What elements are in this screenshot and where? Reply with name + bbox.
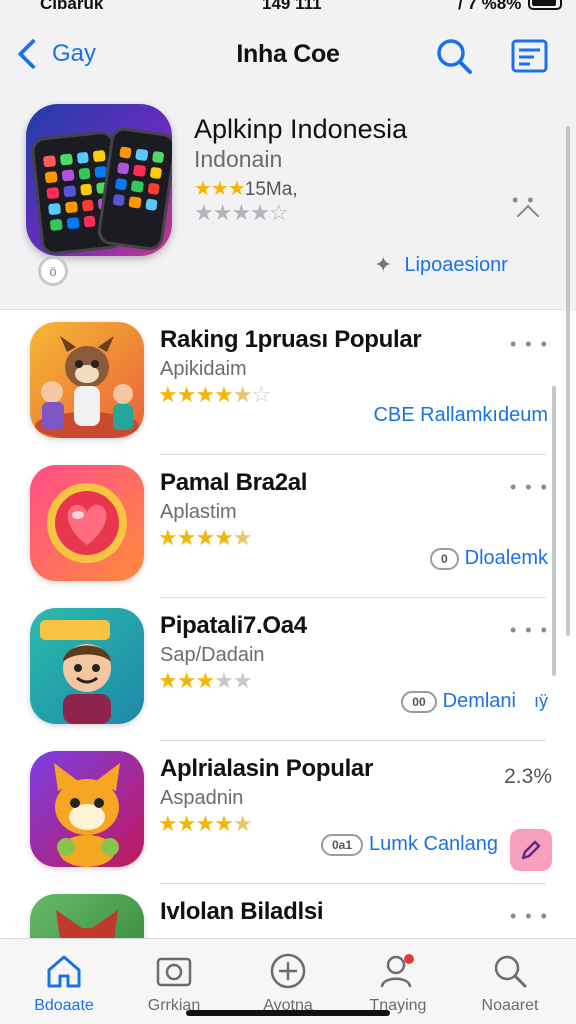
tab-profile[interactable]: Tnaying — [348, 947, 448, 1017]
app-rating: ★★★★★ — [158, 811, 253, 836]
edit-icon — [521, 840, 541, 860]
tab-add[interactable]: Avotna — [238, 947, 338, 1017]
search-icon — [494, 955, 527, 988]
app-action-pill: 00 — [401, 690, 437, 713]
app-subtitle: Aplastim — [160, 501, 237, 523]
app-rating: ★★★★★ — [158, 525, 253, 550]
pin-icon: ✦ — [374, 252, 393, 277]
plus-circle-icon — [270, 953, 306, 989]
page-title: Inha Coe — [236, 40, 340, 68]
navigation-bar: Gay Inha Coe — [0, 14, 576, 98]
list-item[interactable]: Pipatali7.Oa4 Sap/Dadain ★★★★★ • • • 00 … — [0, 598, 576, 741]
app-icon-dog-family — [30, 322, 144, 438]
more-icon[interactable]: • • • — [510, 334, 549, 355]
clock: 149 111 — [262, 0, 322, 13]
app-name: Pamal Bra2al — [160, 469, 308, 496]
app-rating: ★★★★★ — [158, 668, 253, 693]
app-icon-cat — [30, 751, 144, 867]
app-icon-boy — [30, 608, 144, 724]
carrier-label: Cíbaruk — [40, 0, 104, 13]
featured-app-title: Aplkinp Indonesia — [194, 114, 408, 144]
featured-action-button[interactable]: ✦ Lipoaesionr — [374, 252, 508, 278]
app-name: Raking 1pruası Popular — [160, 326, 422, 353]
app-action-button[interactable]: 0a1 Lumk Canlang — [321, 833, 498, 856]
list-item[interactable]: Ivlolan Biladlsi • • • — [0, 884, 576, 944]
tab-photos[interactable]: Grrkian — [124, 947, 224, 1017]
app-name: Aplrialasin Popular — [160, 755, 374, 782]
app-name: Pipatali7.Oa4 — [160, 612, 307, 639]
app-name: Ivlolan Biladlsi — [160, 898, 324, 925]
app-action-button[interactable]: CBE Rallamkıdeum — [373, 404, 548, 427]
app-subtitle: Aspadnin — [160, 787, 244, 809]
app-subtitle: Apikidaim — [160, 358, 247, 380]
featured-rating-text: 15Ma, — [244, 179, 298, 200]
scrollbar[interactable] — [552, 386, 556, 676]
home-icon — [47, 955, 81, 988]
battery-icon — [528, 0, 562, 10]
edit-button[interactable] — [510, 829, 552, 871]
status-bar: Cíbaruk 149 111 / 7 %8% — [0, 0, 576, 14]
app-action-label: CBE Rallamkıdeum — [373, 404, 548, 426]
app-subtitle: Sap/Dadain — [160, 644, 265, 666]
home-indicator[interactable] — [186, 1010, 390, 1016]
list-item[interactable]: Raking 1pruası Popular Apikidaim ★★★★★☆ … — [0, 312, 576, 455]
featured-rating: ★★★15Ma, — [194, 178, 298, 200]
info-badge-icon[interactable]: ö — [38, 256, 68, 286]
person-badge-icon — [380, 954, 414, 988]
app-action-pill: 0 — [429, 547, 459, 570]
more-icon[interactable]: • • • — [510, 477, 549, 498]
app-action-label: Dloalemk — [464, 547, 548, 569]
app-action-button[interactable]: 0 Dloalemk — [429, 547, 548, 570]
more-icon[interactable]: • • • — [510, 620, 549, 641]
featured-app-icon — [26, 104, 172, 256]
tab-search[interactable]: Noaaret — [460, 947, 560, 1017]
app-icon-heart — [30, 465, 144, 581]
app-action-pill: 0a1 — [321, 833, 364, 856]
tab-home[interactable]: Bdoaate — [14, 947, 114, 1017]
scrollbar[interactable] — [566, 126, 570, 636]
featured-action-label: Lipoaesionr — [404, 253, 508, 276]
list-item[interactable]: Pamal Bra2al Aplastim ★★★★★ • • • 0 Dloa… — [0, 455, 576, 598]
signal-label: / 7 %8% — [458, 0, 522, 13]
featured-rating-secondary: ★★★★☆ — [194, 200, 289, 225]
photo-icon — [156, 957, 192, 987]
tab-label: Bdoaate — [34, 997, 94, 1014]
more-icon[interactable]: • • • — [510, 906, 549, 927]
compose-icon[interactable] — [510, 36, 550, 76]
list-item[interactable]: Aplrialasin Popular Aspadnin ★★★★★ 2.3% … — [0, 741, 576, 884]
app-rating: ★★★★★☆ — [158, 382, 271, 407]
featured-app-subtitle: Indonain — [194, 146, 283, 172]
app-icon-fox — [30, 894, 144, 944]
app-percentage: 2.3% — [504, 765, 552, 788]
tab-label: Noaaret — [481, 997, 539, 1014]
app-action-label: Demlani — [442, 690, 516, 712]
app-action-extra: ıÿ — [533, 691, 548, 711]
featured-app-card[interactable]: ö Aplkinp Indonesia Indonain ★★★15Ma, ★★… — [0, 98, 576, 310]
app-action-label: Lumk Canlang — [369, 833, 498, 855]
search-icon[interactable] — [434, 36, 474, 76]
app-action-button[interactable]: 00 Demlani ıÿ — [401, 690, 548, 713]
